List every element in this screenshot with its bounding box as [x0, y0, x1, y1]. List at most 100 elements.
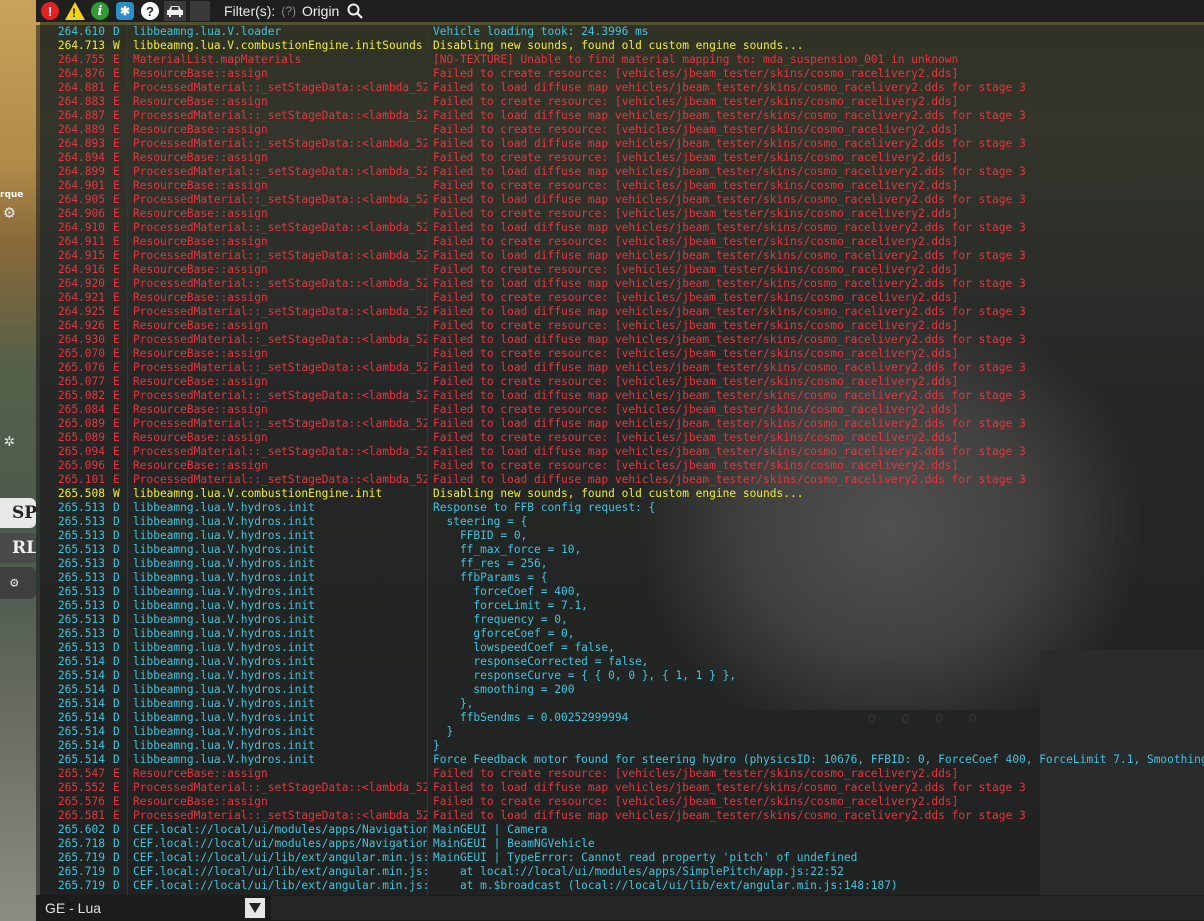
vehicle-filter-button[interactable] [164, 1, 186, 21]
log-row[interactable]: 264.889 E ResourceBase::assign Failed to cr… [36, 123, 1204, 137]
log-row[interactable]: 265.508 Wlibbeamng.lua.V.combustionEngine… [36, 487, 1204, 501]
log-row[interactable]: 264.901 E ResourceBase::assign Failed to cr… [36, 179, 1204, 193]
context-select[interactable]: GE - Lua [40, 897, 243, 919]
log-row[interactable]: 265.513 Dlibbeamng.lua.V.hydros.init FFBI… [36, 529, 1204, 543]
log-row[interactable]: 265.547 E ResourceBase::assign Failed to cr… [36, 767, 1204, 781]
log-row[interactable]: 265.513 Dlibbeamng.lua.V.hydros.init ffbP… [36, 571, 1204, 585]
log-row[interactable]: 265.514 Dlibbeamng.lua.V.hydros.init resp… [36, 655, 1204, 669]
hud-tool-button[interactable]: ⚙ [0, 567, 36, 599]
log-row[interactable]: 264.883 E ResourceBase::assign Failed to cr… [36, 95, 1204, 109]
log-row[interactable]: 265.719 D CEF.local://local/ui/lib/ext/ang… [36, 851, 1204, 865]
log-row[interactable]: 264.755 E MaterialList.mapMaterials [NO-TEX… [36, 53, 1204, 67]
log-row[interactable]: 265.513 Dlibbeamng.lua.V.hydros.init forc… [36, 585, 1204, 599]
log-row[interactable]: 265.718 D CEF.local://local/ui/modules/app… [36, 837, 1204, 851]
log-time: 265.719 [57, 879, 105, 892]
log-row[interactable]: 264.926 E ResourceBase::assign Failed to cr… [36, 319, 1204, 333]
log-source: ProcessedMaterial::_setStageData::<lambd… [133, 361, 427, 374]
log-row[interactable]: 265.514 Dlibbeamng.lua.V.hydros.init } [36, 725, 1204, 739]
log-level: E [113, 389, 120, 402]
log-row[interactable]: 265.514 Dlibbeamng.lua.V.hydros.init }, [36, 697, 1204, 711]
context-dropdown-button[interactable] [245, 898, 265, 918]
log-row[interactable]: 264.905 E ProcessedMaterial::_setStageData… [36, 193, 1204, 207]
log-row[interactable]: 265.082 E ProcessedMaterial::_setStageData… [36, 389, 1204, 403]
log-row[interactable]: 264.881 E ProcessedMaterial::_setStageData… [36, 81, 1204, 95]
log-row[interactable]: 264.899 E ProcessedMaterial::_setStageData… [36, 165, 1204, 179]
filter-origin-value[interactable]: Origin [302, 3, 339, 19]
filter-help-link[interactable]: (?) [281, 4, 296, 18]
debug-filter-button[interactable]: ✱ [114, 1, 136, 21]
log-row[interactable]: 264.713 Wlibbeamng.lua.V.combustionEngine… [36, 39, 1204, 53]
hud-sp-button[interactable]: SP [0, 498, 36, 528]
log-row[interactable]: 265.076 E ProcessedMaterial::_setStageData… [36, 361, 1204, 375]
log-row[interactable]: 264.915 E ProcessedMaterial::_setStageData… [36, 249, 1204, 263]
log-row[interactable]: 264.930 E ProcessedMaterial::_setStageData… [36, 333, 1204, 347]
log-row[interactable]: 265.089 E ProcessedMaterial::_setStageData… [36, 417, 1204, 431]
log-row[interactable]: 265.513 Dlibbeamng.lua.V.hydros.init stee… [36, 515, 1204, 529]
log-row[interactable]: 265.084 E ResourceBase::assign Failed to cr… [36, 403, 1204, 417]
log-source: libbeamng.lua.V.hydros.init [133, 753, 315, 766]
hud-wheel-icon[interactable]: ⚙ [4, 202, 15, 223]
log-row[interactable]: 265.602 D CEF.local://local/ui/modules/app… [36, 823, 1204, 837]
log-message: Failed to create resource: [vehicles/jbe… [433, 291, 959, 304]
log-row[interactable]: 264.920 E ProcessedMaterial::_setStageData… [36, 277, 1204, 291]
warning-filter-button[interactable]: ! [64, 1, 86, 21]
log-source: ProcessedMaterial::_setStageData::<lambd… [133, 165, 427, 178]
log-row[interactable]: 265.514 Dlibbeamng.lua.V.hydros.init ffbS… [36, 711, 1204, 725]
log-row[interactable]: 265.513 Dlibbeamng.lua.V.hydros.init lows… [36, 641, 1204, 655]
log-row[interactable]: 265.077 E ResourceBase::assign Failed to cr… [36, 375, 1204, 389]
log-row[interactable]: 265.513 Dlibbeamng.lua.V.hydros.init ff_m… [36, 543, 1204, 557]
log-row[interactable]: 265.514 Dlibbeamng.lua.V.hydros.init Force… [36, 753, 1204, 767]
log-row[interactable]: 264.610 Dlibbeamng.lua.V.loader Vehicle lo… [36, 25, 1204, 39]
filter-search-button[interactable] [345, 1, 365, 21]
log-row[interactable]: 265.094 E ProcessedMaterial::_setStageData… [36, 445, 1204, 459]
log-message: Failed to create resource: [vehicles/jbe… [433, 795, 959, 808]
log-time: 265.514 [57, 683, 105, 696]
log-time: 265.096 [57, 459, 105, 472]
hud-steering-wheel-icon[interactable]: ✲ [4, 430, 15, 451]
log-source: ProcessedMaterial::_setStageData::<lambd… [133, 809, 427, 822]
log-row[interactable]: 264.916 E ResourceBase::assign Failed to cr… [36, 263, 1204, 277]
log-row[interactable]: 264.921 E ResourceBase::assign Failed to cr… [36, 291, 1204, 305]
log-row[interactable]: 265.101 E ProcessedMaterial::_setStageData… [36, 473, 1204, 487]
log-row[interactable]: 265.576 E ResourceBase::assign Failed to cr… [36, 795, 1204, 809]
log-row[interactable]: 265.513 Dlibbeamng.lua.V.hydros.init gfor… [36, 627, 1204, 641]
log-row[interactable]: 265.719 D CEF.local://local/ui/lib/ext/ang… [36, 879, 1204, 893]
log-row[interactable]: 265.514 Dlibbeamng.lua.V.hydros.init smoo… [36, 683, 1204, 697]
log-row[interactable]: 265.514 Dlibbeamng.lua.V.hydros.init resp… [36, 669, 1204, 683]
error-filter-button[interactable]: ! [39, 1, 61, 21]
help-icon: ? [141, 2, 159, 20]
log-row[interactable]: 264.894 E ResourceBase::assign Failed to cr… [36, 151, 1204, 165]
log-source: ProcessedMaterial::_setStageData::<lambd… [133, 249, 427, 262]
log-row[interactable]: 265.096 E ResourceBase::assign Failed to cr… [36, 459, 1204, 473]
log-source: libbeamng.lua.V.combustionEngine.initSou… [133, 39, 423, 52]
log-row[interactable]: 265.513 Dlibbeamng.lua.V.hydros.init freq… [36, 613, 1204, 627]
log-row[interactable]: 265.581 E ProcessedMaterial::_setStageData… [36, 809, 1204, 823]
help-button[interactable]: ? [139, 1, 161, 21]
log-level: D [113, 655, 120, 668]
log-row[interactable]: 265.514 Dlibbeamng.lua.V.hydros.init} [36, 739, 1204, 753]
log-row[interactable]: 264.893 E ProcessedMaterial::_setStageData… [36, 137, 1204, 151]
log-row[interactable]: 265.513 Dlibbeamng.lua.V.hydros.init forc… [36, 599, 1204, 613]
log-row[interactable]: 264.925 E ProcessedMaterial::_setStageData… [36, 305, 1204, 319]
log-row[interactable]: 265.552 E ProcessedMaterial::_setStageData… [36, 781, 1204, 795]
console-bottombar: GE - Lua [36, 895, 1204, 921]
log-row[interactable]: 264.887 E ProcessedMaterial::_setStageData… [36, 109, 1204, 123]
hud-rl-button[interactable]: RL [0, 533, 36, 563]
log-time: 264.905 [57, 193, 105, 206]
log-row[interactable]: 264.911 E ResourceBase::assign Failed to cr… [36, 235, 1204, 249]
log-row[interactable]: 264.910 E ProcessedMaterial::_setStageData… [36, 221, 1204, 235]
log-row[interactable]: 265.513 Dlibbeamng.lua.V.hydros.init ff_r… [36, 557, 1204, 571]
blank-toolbar-button[interactable] [190, 1, 210, 21]
log-message: Failed to create resource: [vehicles/jbe… [433, 67, 959, 80]
log-row[interactable]: 265.070 E ResourceBase::assign Failed to cr… [36, 347, 1204, 361]
log-time: 264.911 [57, 235, 105, 248]
log-row[interactable]: 265.719 D CEF.local://local/ui/lib/ext/ang… [36, 865, 1204, 879]
log-source: libbeamng.lua.V.hydros.init [133, 543, 315, 556]
log-row[interactable]: 265.513 Dlibbeamng.lua.V.hydros.init Respo… [36, 501, 1204, 515]
log-row[interactable]: 264.876 E ResourceBase::assign Failed to cr… [36, 67, 1204, 81]
command-input[interactable] [271, 896, 1204, 920]
console-log[interactable]: 264.610 Dlibbeamng.lua.V.loader Vehicle lo… [36, 25, 1204, 895]
log-row[interactable]: 265.089 E ResourceBase::assign Failed to cr… [36, 431, 1204, 445]
log-row[interactable]: 264.906 E ResourceBase::assign Failed to cr… [36, 207, 1204, 221]
info-filter-button[interactable]: i [89, 1, 111, 21]
